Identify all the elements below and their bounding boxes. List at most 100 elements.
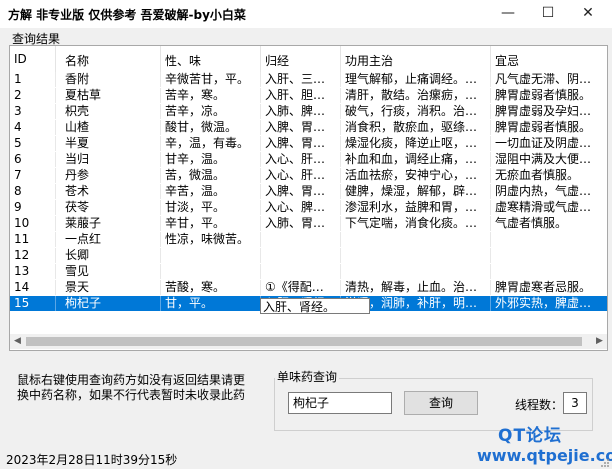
grid-line: [260, 88, 261, 103]
grid-line: [160, 216, 161, 231]
cell-name: 莱菔子: [65, 216, 102, 230]
grid-line: [260, 152, 261, 167]
cell-caution: 脾胃虚弱者慎服。: [495, 120, 592, 134]
cell-name: 枸杞子: [65, 296, 102, 310]
cell-id: 3: [14, 104, 22, 118]
table-row[interactable]: 13 雪见: [10, 264, 607, 279]
cell-function: 活血祛瘀，安神宁心，…: [345, 168, 478, 182]
grid-line: [260, 200, 261, 215]
grid-line: [340, 248, 341, 263]
column-separator[interactable]: [160, 46, 161, 72]
cell-function: 清热，解毒，止血。治…: [345, 280, 478, 294]
grid-line: [490, 296, 491, 311]
grid-line: [160, 248, 161, 263]
column-header-caution[interactable]: 宜忌: [495, 52, 519, 69]
column-header-function[interactable]: 功用主治: [345, 52, 393, 69]
cell-nature: 苦辛，寒。: [165, 88, 226, 102]
cell-id: 11: [14, 232, 30, 246]
scrollbar-thumb[interactable]: [26, 337, 582, 346]
table-row[interactable]: 5 半夏 辛，温，有毒。 入脾、胃… 燥湿化痰，降逆止呕，… 一切血证及阴虚…: [10, 136, 607, 151]
cell-nature: 辛苦，温。: [165, 184, 226, 198]
column-separator[interactable]: [55, 46, 56, 72]
window-title: 方解 非专业版 仅供参考 吾爱破解-by小白菜: [8, 8, 246, 22]
cell-edit-field[interactable]: 入肝、肾经。: [260, 298, 370, 314]
cell-id: 7: [14, 168, 22, 182]
table-row[interactable]: 2 夏枯草 苦辛，寒。 入肝、胆… 清肝，散结。治瘰疬，… 脾胃虚弱者慎服。: [10, 88, 607, 103]
cell-meridian: [265, 248, 337, 263]
horizontal-scrollbar[interactable]: ◀ ▶: [10, 334, 607, 349]
cell-function: 理气解郁，止痛调经。…: [345, 72, 478, 86]
grid-line: [490, 232, 491, 247]
column-header-meridian[interactable]: 归经: [265, 52, 289, 69]
grid-line: [55, 168, 56, 183]
cell-id: 12: [14, 248, 30, 262]
cell-function: 健脾，燥湿，解郁，辟…: [345, 184, 478, 198]
cell-caution: [495, 264, 605, 279]
close-button[interactable]: ✕: [568, 0, 608, 26]
cell-nature: [165, 264, 257, 279]
cell-nature: 辛，温，有毒。: [165, 136, 250, 150]
grid-line: [340, 152, 341, 167]
cell-caution: 阴虚内热，气虚…: [495, 184, 592, 198]
cell-function: 清肝，散结。治瘰疬，…: [345, 88, 478, 102]
table-row[interactable]: 3 枳壳 苦辛，凉。 入肺、脾… 破气，行痰，消积。治… 脾胃虚弱及孕妇…: [10, 104, 607, 119]
grid-line: [490, 104, 491, 119]
cell-nature: 苦，微温。: [165, 168, 226, 182]
cell-id: 4: [14, 120, 22, 134]
grid-line: [340, 104, 341, 119]
grid-line: [160, 264, 161, 279]
table-row[interactable]: 15枸杞子甘，平。入肝、肾经。滋肾，润肺，补肝，明…外邪实热，脾虚…入肝、肾经。: [10, 296, 607, 314]
cell-function: [345, 232, 487, 247]
scroll-left-arrow-icon[interactable]: ◀: [10, 334, 25, 349]
column-header-nature[interactable]: 性、味: [165, 52, 201, 69]
grid-line: [490, 120, 491, 135]
grid-line: [160, 72, 161, 87]
table-row[interactable]: 8 苍术 辛苦，温。 入脾、胃… 健脾，燥湿，解郁，辟… 阴虚内热，气虚…: [10, 184, 607, 199]
grid-line: [490, 248, 491, 263]
grid-line: [490, 88, 491, 103]
scroll-right-arrow-icon[interactable]: ▶: [592, 334, 607, 349]
grid-line: [55, 296, 56, 311]
table-row[interactable]: 12 长卿: [10, 248, 607, 263]
table-row[interactable]: 9 茯苓 甘淡，平。 入心、脾… 渗湿利水，益脾和胃，… 虚寒精滑或气虚…: [10, 200, 607, 215]
cell-name: 茯苓: [65, 200, 90, 214]
table-row[interactable]: 6 当归 甘辛，温。 入心、肝… 补血和血，调经止痛，… 湿阻中满及大便…: [10, 152, 607, 167]
table-row[interactable]: 7 丹参 苦，微温。 入心、肝… 活血祛瘀，安神宁心，… 无瘀血者慎服。: [10, 168, 607, 183]
column-header-name[interactable]: 名称: [65, 52, 89, 69]
table-row[interactable]: 14 景天 苦酸，寒。 ①《得配… 清热，解毒，止血。治… 脾胃虚寒者忌服。: [10, 280, 607, 295]
grid-line: [490, 200, 491, 215]
table-row[interactable]: 10 莱菔子 辛甘，平。 入肺、胃… 下气定喘，消食化痰。… 气虚者慎服。: [10, 216, 607, 231]
minimize-button[interactable]: —: [488, 0, 528, 26]
query-button[interactable]: 查询: [404, 391, 478, 415]
column-separator[interactable]: [260, 46, 261, 72]
table-row[interactable]: 4 山楂 酸甘，微温。 入脾、胃… 消食积，散瘀血，驱绦… 脾胃虚弱者慎服。: [10, 120, 607, 135]
column-separator[interactable]: [490, 46, 491, 72]
cell-meridian: 入肺、脾…: [265, 104, 326, 118]
cell-caution: 一切血证及阴虚…: [495, 136, 592, 150]
column-separator[interactable]: [340, 46, 341, 72]
cell-name: 山楂: [65, 120, 90, 134]
cell-meridian: 入肺、胃…: [265, 216, 326, 230]
table-row[interactable]: 1 香附 辛微苦甘，平。 入肝、三… 理气解郁，止痛调经。… 凡气虚无滞、阴…: [10, 72, 607, 87]
grid-line: [160, 88, 161, 103]
cell-id: 9: [14, 200, 22, 214]
table-row[interactable]: 11 一点红 性凉，味微苦。: [10, 232, 607, 247]
cell-caution: 外邪实热，脾虚…: [495, 296, 592, 310]
results-table[interactable]: ID 名称 性、味 归经 功用主治 宜忌 1 香附 辛微苦甘，平。 入肝、三… 理气解郁…: [9, 45, 608, 351]
grid-line: [260, 136, 261, 151]
resize-grip-icon[interactable]: [600, 458, 610, 468]
cell-id: 8: [14, 184, 22, 198]
grid-line: [260, 264, 261, 279]
cell-function: 渗湿利水，益脾和胃，…: [345, 200, 478, 214]
herb-name-input[interactable]: 枸杞子: [288, 392, 392, 414]
cell-meridian: 入肝、胆…: [265, 88, 326, 102]
grid-line: [340, 184, 341, 199]
thread-count-input[interactable]: 3: [563, 392, 587, 414]
watermark-line1: QT论坛: [498, 426, 563, 446]
maximize-button[interactable]: ☐: [528, 0, 568, 26]
cell-nature: 性凉，味微苦。: [165, 232, 250, 246]
column-header-id[interactable]: ID: [14, 52, 27, 66]
grid-line: [260, 232, 261, 247]
grid-line: [55, 248, 56, 263]
grid-line: [490, 152, 491, 167]
